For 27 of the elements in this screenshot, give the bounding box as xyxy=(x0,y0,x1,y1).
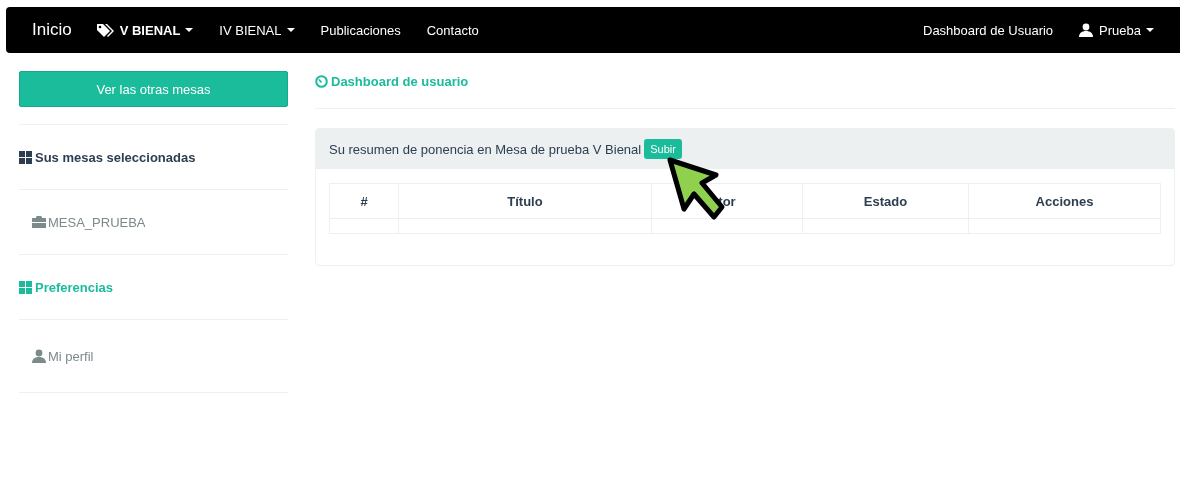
sidebar-heading: Preferencias xyxy=(19,279,114,295)
sidebar-heading: Sus mesas seleccionadas xyxy=(19,149,196,165)
column-header: # xyxy=(329,183,399,219)
grid-icon xyxy=(19,280,32,294)
nav-link[interactable]: V BIENAL xyxy=(95,22,194,38)
column-header: Estado xyxy=(802,183,969,219)
caret-icon xyxy=(1146,28,1154,32)
caret-icon xyxy=(286,28,295,32)
nav-link[interactable]: Contacto xyxy=(426,22,479,38)
grid-icon xyxy=(19,150,32,164)
panel-heading: Su resumen de ponencia en Mesa de prueba V Bienal xyxy=(329,141,642,157)
sidebar-link[interactable]: Mi perfil xyxy=(32,348,94,364)
tags-icon xyxy=(95,23,114,37)
column-header: Acciones xyxy=(968,183,1161,219)
nav-link[interactable]: Inicio xyxy=(32,20,72,40)
nav-link[interactable]: Publicaciones xyxy=(320,22,401,38)
nav-link[interactable]: IV BIENAL xyxy=(219,22,295,38)
user-icon xyxy=(32,349,46,363)
user-icon xyxy=(1079,23,1094,37)
sidebar-link[interactable]: MESA_PRUEBA xyxy=(32,214,146,230)
page-title: Dashboard de usuario xyxy=(315,71,1175,109)
nav-link[interactable]: Prueba xyxy=(1079,22,1154,38)
briefcase-icon xyxy=(32,216,46,228)
column-header: Título xyxy=(398,183,652,219)
dashboard-icon xyxy=(315,75,328,88)
caret-icon xyxy=(185,28,194,32)
nav-link[interactable]: Dashboard de Usuario xyxy=(923,22,1054,38)
